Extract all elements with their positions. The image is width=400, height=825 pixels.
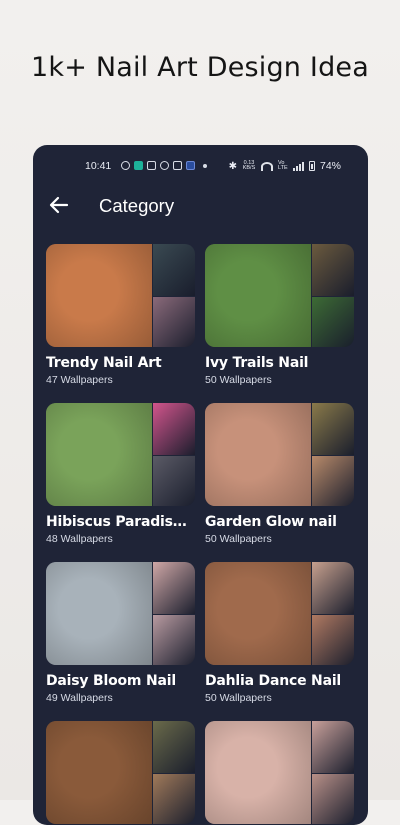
- wallpaper-count: 50 Wallpapers: [205, 692, 272, 704]
- category-card[interactable]: Daisy Bloom Nail 49 Wallpapers: [46, 562, 195, 704]
- category-thumbnail: [205, 721, 354, 824]
- thumbnail-side-image: [153, 615, 195, 665]
- category-name: Garden Glow nail: [205, 514, 337, 530]
- category-card[interactable]: [205, 721, 354, 824]
- sync-icon: [173, 161, 182, 170]
- promo-title: 1k+ Nail Art Design Idea: [31, 52, 369, 83]
- thumbnail-main-image: [205, 562, 311, 665]
- thumbnail-side-image: [153, 774, 195, 824]
- more-notifications-icon: [203, 163, 207, 168]
- thumbnail-side-image: [153, 721, 195, 773]
- thumbnail-side-image: [312, 562, 354, 614]
- thumbnail-main-image: [46, 562, 152, 665]
- back-arrow-icon[interactable]: [49, 196, 69, 214]
- category-name: Daisy Bloom Nail: [46, 673, 176, 689]
- thumbnail-side-image: [153, 297, 195, 347]
- thumbnail-side-image: [312, 721, 354, 773]
- network-speed: 0.13 KB/S: [242, 160, 256, 171]
- category-thumbnail: [205, 244, 354, 347]
- volte-label: Vo LTE: [277, 160, 288, 171]
- thumbnail-side-image: [312, 403, 354, 455]
- thumbnail-main-image: [46, 244, 152, 347]
- thumbnail-main-image: [46, 403, 152, 506]
- category-thumbnail: [46, 562, 195, 665]
- category-card[interactable]: Garden Glow nail 50 Wallpapers: [205, 403, 354, 545]
- thumbnail-side-image: [153, 403, 195, 455]
- thumbnail-side-image: [153, 456, 195, 506]
- wallpaper-count: 49 Wallpapers: [46, 692, 113, 704]
- category-name: Ivy Trails Nail: [205, 355, 309, 371]
- category-thumbnail: [46, 721, 195, 824]
- category-card[interactable]: Hibiscus Paradise… 48 Wallpapers: [46, 403, 195, 545]
- thumbnail-main-image: [205, 721, 311, 824]
- thumbnail-main-image: [205, 403, 311, 506]
- category-thumbnail: [205, 403, 354, 506]
- category-name: Trendy Nail Art: [46, 355, 162, 371]
- notification-icons: [121, 161, 207, 170]
- wallpaper-count: 50 Wallpapers: [205, 533, 272, 545]
- phone-screen: 10:41 ✱ 0.13 KB/S Vo LTE 74% Category Tr…: [33, 145, 368, 825]
- bluetooth-icon: ✱: [228, 160, 237, 172]
- thumbnail-side-image: [153, 244, 195, 296]
- battery-percent: 74%: [319, 160, 341, 172]
- app-bar: Category: [33, 193, 368, 217]
- category-thumbnail: [46, 403, 195, 506]
- thumbnail-side-image: [312, 297, 354, 347]
- message-icon: [134, 161, 143, 170]
- wallpaper-count: 47 Wallpapers: [46, 374, 113, 386]
- category-name: Dahlia Dance Nail: [205, 673, 342, 689]
- whatsapp-icon: [121, 161, 130, 170]
- thumbnail-side-image: [312, 615, 354, 665]
- system-icons: ✱ 0.13 KB/S Vo LTE 74%: [229, 160, 341, 172]
- category-card[interactable]: Dahlia Dance Nail 50 Wallpapers: [205, 562, 354, 704]
- category-card[interactable]: [46, 721, 195, 824]
- category-name: Hibiscus Paradise…: [46, 514, 195, 530]
- thumbnail-side-image: [312, 244, 354, 296]
- wallpaper-count: 50 Wallpapers: [205, 374, 272, 386]
- page-title: Category: [99, 195, 175, 216]
- category-thumbnail: [205, 562, 354, 665]
- chat-icon: [147, 161, 156, 170]
- category-card[interactable]: Trendy Nail Art 47 Wallpapers: [46, 244, 195, 386]
- pinterest-icon: [160, 161, 169, 170]
- status-time: 10:41: [85, 160, 112, 172]
- signal-icon: [292, 161, 304, 171]
- thumbnail-side-image: [153, 562, 195, 614]
- status-bar: 10:41 ✱ 0.13 KB/S Vo LTE 74%: [33, 159, 368, 175]
- wallpaper-count: 48 Wallpapers: [46, 533, 113, 545]
- thumbnail-side-image: [312, 456, 354, 506]
- battery-icon: [308, 161, 315, 171]
- category-card[interactable]: Ivy Trails Nail 50 Wallpapers: [205, 244, 354, 386]
- thumbnail-main-image: [205, 244, 311, 347]
- app-notification-icon: [186, 161, 195, 170]
- category-thumbnail: [46, 244, 195, 347]
- wifi-icon: [260, 161, 273, 171]
- thumbnail-side-image: [312, 774, 354, 824]
- thumbnail-main-image: [46, 721, 152, 824]
